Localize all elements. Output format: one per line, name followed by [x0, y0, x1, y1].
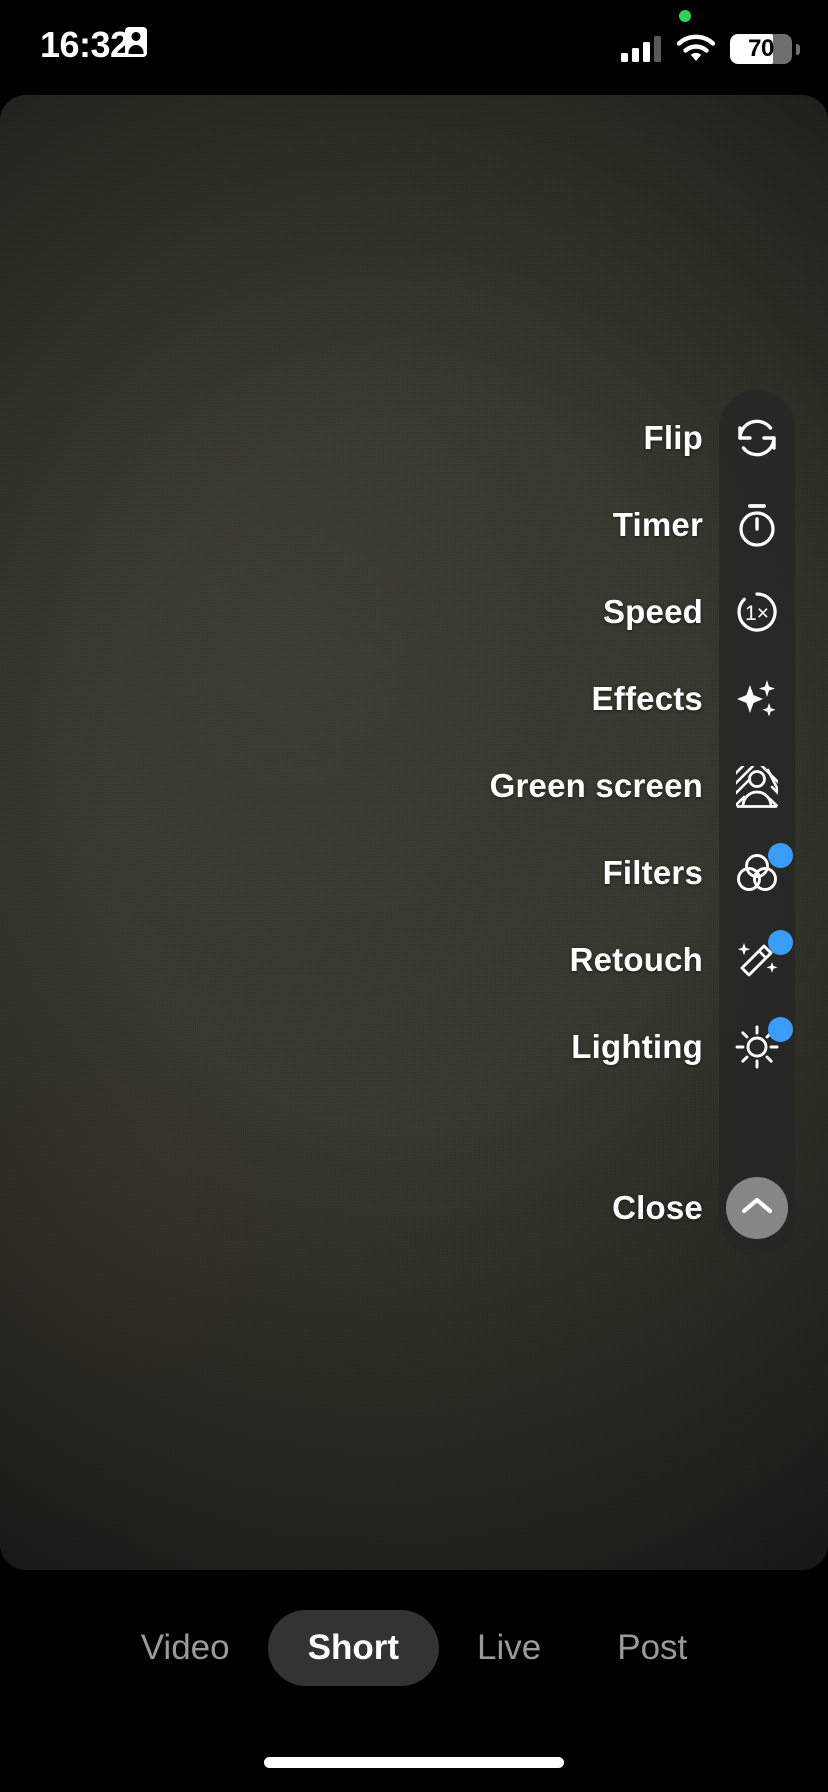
- svg-text:1×: 1×: [745, 602, 769, 625]
- magic-wand-icon: [731, 930, 793, 986]
- tool-item-speed[interactable]: Speed 1×: [603, 564, 795, 660]
- tool-label-speed: Speed: [602, 593, 703, 630]
- green-screen-icon: [731, 760, 783, 812]
- tool-item-flip[interactable]: Flip: [644, 390, 795, 486]
- id-card-icon: [125, 27, 147, 57]
- cellular-signal-icon: [621, 36, 663, 62]
- tool-item-green-screen[interactable]: Green screen: [490, 738, 795, 834]
- sun-lighting-icon: [731, 1017, 793, 1073]
- tool-label-timer: Timer: [612, 506, 703, 543]
- battery-cap: [796, 44, 800, 55]
- retouch-badge-dot: [768, 930, 793, 955]
- tool-label-retouch: Retouch: [569, 941, 703, 978]
- tool-item-close[interactable]: Close: [612, 1160, 795, 1256]
- speed-1x-icon: 1×: [731, 586, 783, 638]
- flip-camera-icon: [731, 412, 783, 464]
- capture-mode-selector: Video Short Live Post: [0, 1600, 828, 1696]
- status-bar: 16:32 70: [0, 0, 828, 95]
- home-indicator[interactable]: [264, 1757, 564, 1768]
- tool-item-lighting[interactable]: Lighting: [571, 999, 795, 1095]
- tool-label-lighting: Lighting: [571, 1028, 703, 1065]
- green-recording-dot: [679, 10, 691, 22]
- filters-icon: [731, 843, 793, 899]
- mode-tab-short[interactable]: Short: [267, 1610, 439, 1686]
- phone-screen: 16:32 70 Flip Timer Speed 1× Effects Gre…: [0, 0, 828, 1792]
- mode-tab-live[interactable]: Live: [439, 1610, 579, 1686]
- mode-tab-video[interactable]: Video: [103, 1610, 268, 1686]
- battery-level-text: 70: [748, 35, 774, 62]
- tool-item-timer[interactable]: Timer: [613, 477, 795, 573]
- battery-icon: 70: [730, 34, 792, 64]
- close-button[interactable]: [726, 1177, 788, 1239]
- camera-vignette: [0, 95, 828, 1570]
- tool-label-flip: Flip: [643, 419, 703, 456]
- camera-tool-menu: Flip Timer Speed 1× Effects Green screen…: [490, 390, 795, 1256]
- tool-item-filters[interactable]: Filters: [603, 825, 795, 921]
- tool-label-filters: Filters: [602, 854, 703, 891]
- filters-badge-dot: [768, 843, 793, 868]
- tool-label-green-screen: Green screen: [489, 767, 703, 804]
- sparkles-icon: [731, 673, 783, 725]
- chevron-up-icon: [740, 1194, 774, 1223]
- tool-item-effects[interactable]: Effects: [592, 651, 795, 747]
- tool-label-effects: Effects: [591, 680, 703, 717]
- lighting-badge-dot: [768, 1017, 793, 1042]
- mode-tab-post[interactable]: Post: [579, 1610, 725, 1686]
- tool-label-close: Close: [612, 1189, 703, 1226]
- camera-preview[interactable]: [0, 95, 828, 1570]
- timer-icon: [731, 499, 783, 551]
- tool-item-retouch[interactable]: Retouch: [570, 912, 795, 1008]
- wifi-icon: [676, 34, 716, 62]
- status-bar-time: 16:32: [40, 24, 130, 65]
